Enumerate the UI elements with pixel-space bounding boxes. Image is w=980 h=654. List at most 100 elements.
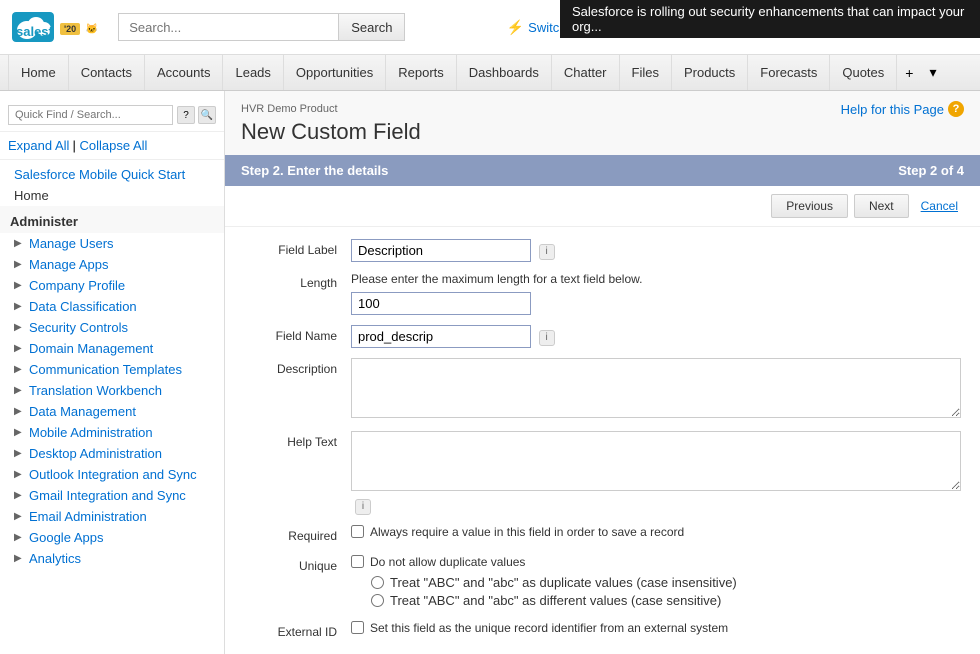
radio-case-sensitive-label: Treat "ABC" and "abc" as different value…: [390, 593, 721, 608]
sidebar-item-google-apps[interactable]: ▶ Google Apps: [0, 527, 224, 548]
external-id-section: External ID Set this field as the unique…: [241, 621, 964, 641]
home-label: Home: [14, 188, 49, 203]
arrow-icon: ▶: [14, 385, 24, 396]
step-info: Step 2 of 4: [898, 163, 964, 178]
sidebar-label: Manage Apps: [29, 257, 109, 272]
sidebar-item-quick-start[interactable]: Salesforce Mobile Quick Start: [0, 164, 224, 185]
cancel-button[interactable]: Cancel: [915, 194, 964, 218]
help-text-col: i: [351, 431, 964, 515]
description-label: Description: [241, 358, 351, 376]
nav-contacts[interactable]: Contacts: [69, 55, 145, 90]
help-text-info-icon[interactable]: i: [355, 499, 371, 515]
form-area: Field Label i Length Please enter the ma…: [225, 227, 980, 654]
collapse-all-link[interactable]: Collapse All: [80, 138, 148, 153]
sidebar-item-manage-users[interactable]: ▶ Manage Users: [0, 233, 224, 254]
required-label: Required: [241, 525, 351, 543]
sidebar-item-home[interactable]: Home: [0, 185, 224, 206]
sidebar-item-company-profile[interactable]: ▶ Company Profile: [0, 275, 224, 296]
help-text-textarea[interactable]: [351, 431, 961, 491]
field-name-input[interactable]: [351, 325, 531, 348]
help-text-section: Help Text i: [241, 431, 964, 515]
previous-button[interactable]: Previous: [771, 194, 848, 218]
field-label-label: Field Label: [241, 239, 351, 257]
sidebar-item-translation-workbench[interactable]: ▶ Translation Workbench: [0, 380, 224, 401]
field-label-info-icon[interactable]: i: [539, 244, 555, 260]
salesforce-logo: salesforce: [12, 12, 54, 42]
next-button[interactable]: Next: [854, 194, 909, 218]
sidebar-item-communication-templates[interactable]: ▶ Communication Templates: [0, 359, 224, 380]
description-textarea[interactable]: [351, 358, 961, 418]
sidebar-item-security-controls[interactable]: ▶ Security Controls: [0, 317, 224, 338]
sidebar-label: Data Management: [29, 404, 136, 419]
nav-dropdown-button[interactable]: ▾: [921, 55, 944, 90]
sidebar-item-data-classification[interactable]: ▶ Data Classification: [0, 296, 224, 317]
sidebar-item-manage-apps[interactable]: ▶ Manage Apps: [0, 254, 224, 275]
nav-chatter[interactable]: Chatter: [552, 55, 620, 90]
sidebar-label: Desktop Administration: [29, 446, 162, 461]
sidebar-item-domain-management[interactable]: ▶ Domain Management: [0, 338, 224, 359]
sidebar-item-data-management[interactable]: ▶ Data Management: [0, 401, 224, 422]
sidebar-help-icon[interactable]: ?: [177, 106, 195, 124]
sidebar-search-go-icon[interactable]: 🔍: [198, 106, 216, 124]
radio-case-sensitive[interactable]: [371, 594, 384, 607]
nav-home[interactable]: Home: [8, 55, 69, 90]
required-section: Required Always require a value in this …: [241, 525, 964, 545]
unique-checkbox[interactable]: [351, 555, 364, 568]
sidebar-item-gmail-integration[interactable]: ▶ Gmail Integration and Sync: [0, 485, 224, 506]
required-checkbox[interactable]: [351, 525, 364, 538]
notification-bar: Salesforce is rolling out security enhan…: [560, 0, 980, 38]
unique-label: Unique: [241, 555, 351, 573]
radio-group: Treat "ABC" and "abc" as duplicate value…: [371, 575, 964, 608]
step-header-text: Step 2. Enter the details: [241, 163, 388, 178]
nav-more-button[interactable]: +: [897, 55, 921, 90]
nav-dashboards[interactable]: Dashboards: [457, 55, 552, 90]
external-id-col: Set this field as the unique record iden…: [351, 621, 964, 641]
sidebar-item-analytics[interactable]: ▶ Analytics: [0, 548, 224, 569]
breadcrumb: HVR Demo Product: [241, 103, 338, 115]
search-input[interactable]: [118, 13, 338, 41]
sidebar-label: Translation Workbench: [29, 383, 162, 398]
unique-checkbox-row: Do not allow duplicate values: [351, 555, 964, 569]
sidebar-search-input[interactable]: [8, 105, 173, 125]
sidebar-item-desktop-administration[interactable]: ▶ Desktop Administration: [0, 443, 224, 464]
field-name-label: Field Name: [241, 325, 351, 343]
nav-accounts[interactable]: Accounts: [145, 55, 223, 90]
nav-files[interactable]: Files: [620, 55, 672, 90]
svg-text:salesforce: salesforce: [16, 24, 52, 39]
field-label-col: i: [351, 239, 964, 262]
length-input[interactable]: [351, 292, 531, 315]
external-id-checkbox[interactable]: [351, 621, 364, 634]
sidebar-label: Data Classification: [29, 299, 137, 314]
nav-leads[interactable]: Leads: [223, 55, 283, 90]
radio-case-insensitive-label: Treat "ABC" and "abc" as duplicate value…: [390, 575, 737, 590]
radio-case-insensitive-row: Treat "ABC" and "abc" as duplicate value…: [371, 575, 964, 590]
sidebar-item-outlook-integration[interactable]: ▶ Outlook Integration and Sync: [0, 464, 224, 485]
sidebar-label: Mobile Administration: [29, 425, 153, 440]
sidebar-item-mobile-administration[interactable]: ▶ Mobile Administration: [0, 422, 224, 443]
nav-forecasts[interactable]: Forecasts: [748, 55, 830, 90]
sidebar-label: Company Profile: [29, 278, 125, 293]
search-button[interactable]: Search: [338, 13, 405, 41]
lightning-icon: ⚡: [507, 19, 524, 36]
sidebar-label: Domain Management: [29, 341, 153, 356]
sidebar-item-email-administration[interactable]: ▶ Email Administration: [0, 506, 224, 527]
form-nav-buttons: Previous Next Cancel: [225, 186, 980, 227]
nav-products[interactable]: Products: [672, 55, 748, 90]
administer-section: Administer: [0, 206, 224, 233]
field-name-section: Field Name i: [241, 325, 964, 348]
field-label-section: Field Label i: [241, 239, 964, 262]
sidebar-search-area: ? 🔍: [0, 99, 224, 132]
arrow-icon: ▶: [14, 259, 24, 270]
external-id-label: External ID: [241, 621, 351, 639]
nav-opportunities[interactable]: Opportunities: [284, 55, 386, 90]
nav-reports[interactable]: Reports: [386, 55, 457, 90]
external-id-checkbox-label: Set this field as the unique record iden…: [370, 621, 728, 635]
radio-case-insensitive[interactable]: [371, 576, 384, 589]
help-page-link[interactable]: Help for this Page ?: [841, 101, 964, 117]
nav-quotes[interactable]: Quotes: [830, 55, 897, 90]
field-label-input[interactable]: [351, 239, 531, 262]
arrow-icon: ▶: [14, 448, 24, 459]
expand-all-link[interactable]: Expand All: [8, 138, 69, 153]
field-name-info-icon[interactable]: i: [539, 330, 555, 346]
arrow-icon: ▶: [14, 511, 24, 522]
